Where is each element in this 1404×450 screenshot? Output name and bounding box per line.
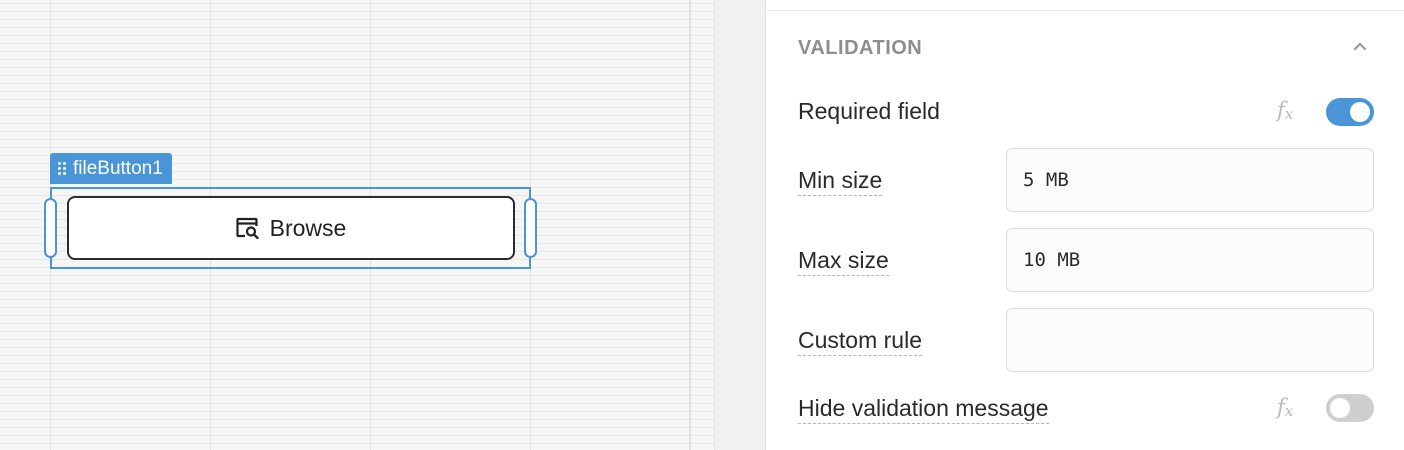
resize-handle-left[interactable] [44,198,57,258]
min-size-input[interactable]: 5 MB [1006,148,1374,212]
file-search-icon [236,217,260,239]
required-field-toggle[interactable] [1326,98,1374,126]
component-name: fileButton1 [73,157,163,179]
panel-gutter [714,0,766,450]
component-name-tag[interactable]: fileButton1 [50,153,172,184]
inspector-panel: VALIDATION Required field fx Min size 5 … [767,0,1404,450]
chevron-up-icon[interactable] [1353,38,1367,56]
fx-icon[interactable]: fx [1277,98,1293,123]
max-size-label: Max size [798,247,889,276]
custom-rule-label: Custom rule [798,327,922,356]
canvas[interactable]: fileButton1 Browse [0,0,714,450]
min-size-value: 5 MB [1023,169,1069,191]
fx-icon[interactable]: fx [1277,395,1293,420]
browse-button-label: Browse [269,214,347,241]
custom-rule-input[interactable] [1006,308,1374,372]
toggle-knob [1330,398,1350,418]
section-title: VALIDATION [798,37,923,59]
hide-validation-message-toggle[interactable] [1326,394,1374,422]
resize-handle-right[interactable] [524,198,537,258]
canvas-edge [689,0,690,450]
browse-button[interactable]: Browse [67,196,515,260]
drag-handle-icon[interactable] [58,161,68,176]
required-field-label: Required field [798,98,940,124]
max-size-value: 10 MB [1023,249,1081,271]
panel-divider [767,10,1404,11]
min-size-label: Min size [798,167,883,196]
max-size-input[interactable]: 10 MB [1006,228,1374,292]
toggle-knob [1350,102,1370,122]
hide-validation-message-label: Hide validation message [798,395,1049,424]
